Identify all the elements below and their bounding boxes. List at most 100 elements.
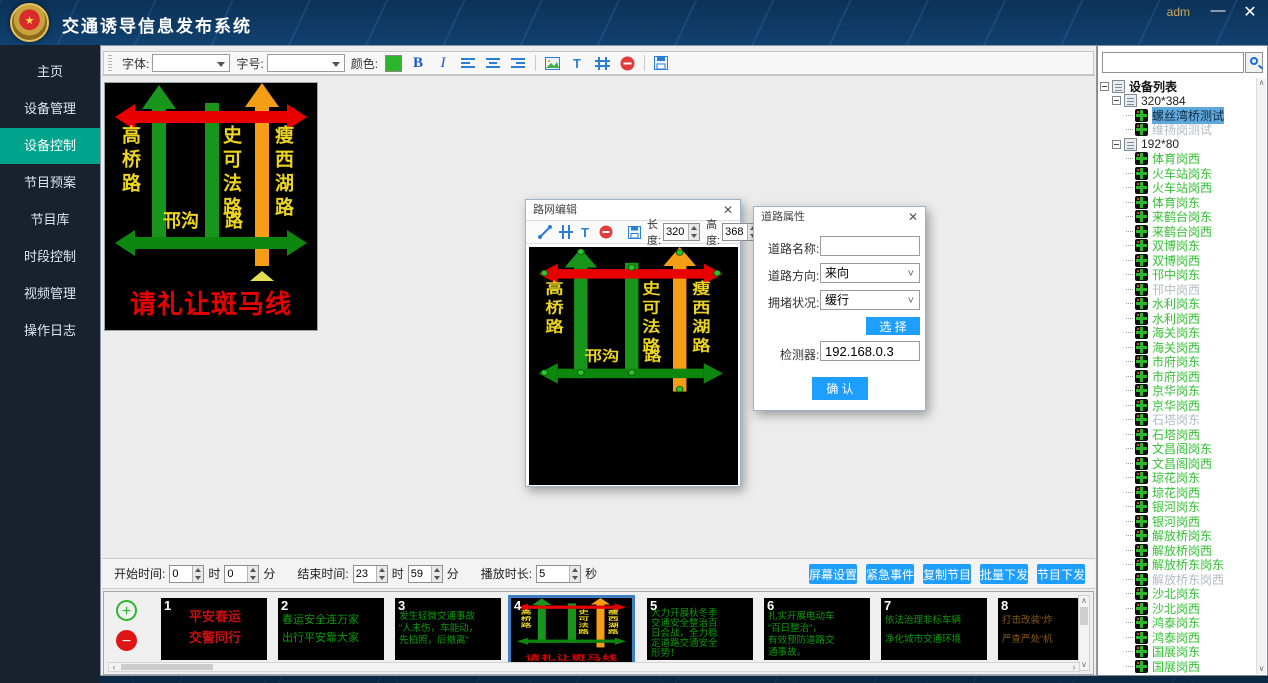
tree-row[interactable]: 设备列表	[1100, 79, 1255, 94]
scroll-right-icon[interactable]: ›	[1069, 663, 1079, 671]
program-thumbnail[interactable]: 5 大力开展秋冬季 交通安全整治百 日会战，全力稳 定道路交通安全 形势！	[647, 598, 753, 660]
strip-horizontal-scrollbar[interactable]: ‹›	[108, 662, 1080, 672]
text-tool-icon[interactable]: T	[580, 223, 592, 241]
congestion-select[interactable]: 缓行	[820, 290, 920, 310]
detector-input[interactable]	[820, 341, 920, 361]
align-right-icon[interactable]	[509, 54, 527, 72]
program-thumbnail[interactable]: 6 扎实开展电动车 “百日整治”， 有效预防道路交 通事故。	[764, 598, 870, 660]
align-center-icon[interactable]	[484, 54, 502, 72]
edit-handle[interactable]	[541, 369, 549, 375]
insert-text-icon[interactable]: T	[568, 54, 586, 72]
sidebar-item[interactable]: 视频管理	[0, 276, 100, 312]
middle-road-bar[interactable]	[625, 263, 638, 378]
sidebar-item[interactable]: 操作日志	[0, 313, 100, 349]
insert-image-icon[interactable]	[543, 54, 561, 72]
scroll-down-icon[interactable]: ∨	[1257, 664, 1266, 674]
scroll-left-icon[interactable]: ‹	[109, 663, 119, 671]
scroll-up-icon[interactable]: ∧	[1079, 596, 1089, 606]
sidebar-item[interactable]: 设备管理	[0, 91, 100, 127]
duration-input[interactable]	[537, 566, 569, 582]
delete-icon[interactable]	[618, 54, 636, 72]
spin-down-icon[interactable]	[377, 574, 387, 582]
start-hour-stepper[interactable]	[169, 565, 204, 583]
spin-up-icon[interactable]	[377, 566, 387, 574]
end-minute-input[interactable]	[409, 566, 431, 582]
end-hour-stepper[interactable]	[353, 565, 388, 583]
edit-handle[interactable]	[628, 264, 636, 270]
add-program-button[interactable]: +	[116, 600, 137, 621]
spin-up-icon[interactable]	[570, 566, 580, 574]
program-thumbnail[interactable]: 3 发生轻微交通事故 “人未伤，车能动， 先拍照，后撤离”	[395, 598, 501, 660]
action-button[interactable]: 复制节目	[923, 564, 971, 584]
edit-handle[interactable]	[676, 386, 684, 392]
spin-down-icon[interactable]	[248, 574, 258, 582]
road-tool-icon[interactable]	[559, 223, 573, 241]
collapse-icon[interactable]	[1112, 140, 1121, 149]
device-search-input[interactable]	[1102, 52, 1244, 73]
road-name-input[interactable]	[820, 236, 920, 256]
spin-down-icon[interactable]	[570, 574, 580, 582]
spin-up-icon[interactable]	[193, 566, 203, 574]
edit-handle[interactable]	[541, 270, 549, 276]
tree-row[interactable]: 维扬岗测试	[1100, 123, 1255, 138]
scroll-up-icon[interactable]: ∧	[1257, 78, 1266, 88]
editor-close-icon[interactable]: ✕	[723, 203, 733, 217]
end-minute-stepper[interactable]	[408, 565, 443, 583]
duration-stepper[interactable]	[536, 565, 581, 583]
delete-tool-icon[interactable]	[599, 223, 613, 241]
color-swatch[interactable]	[385, 55, 402, 72]
sidebar-item[interactable]: 时段控制	[0, 239, 100, 275]
program-thumbnail[interactable]: 8 打击改装“炸 严查严处“机	[998, 598, 1081, 660]
sidebar-item[interactable]: 主页	[0, 54, 100, 90]
end-hour-input[interactable]	[354, 566, 376, 582]
spin-down-icon[interactable]	[689, 232, 699, 240]
edit-handle[interactable]	[628, 369, 636, 375]
select-detector-button[interactable]: 选 择	[866, 317, 920, 335]
action-button[interactable]: 紧急事件	[866, 564, 914, 584]
road-network-icon[interactable]	[593, 54, 611, 72]
tree-scrollbar[interactable]: ∧∨	[1256, 78, 1266, 674]
bold-button[interactable]: B	[409, 54, 427, 72]
minimize-button[interactable]: —	[1208, 2, 1228, 19]
scrollbar-thumb[interactable]	[121, 664, 213, 670]
align-left-icon[interactable]	[459, 54, 477, 72]
sidebar-item[interactable]: 节目预案	[0, 165, 100, 201]
delete-program-button[interactable]: −	[116, 630, 137, 651]
save-tool-icon[interactable]	[628, 223, 641, 241]
strip-vertical-scrollbar[interactable]: ∧∨	[1078, 595, 1090, 671]
program-thumbnail[interactable]: 1 平安春运 交警同行	[161, 598, 267, 660]
sidebar-item[interactable]: 节目库	[0, 202, 100, 238]
action-button[interactable]: 批量下发	[980, 564, 1028, 584]
spin-down-icon[interactable]	[432, 574, 442, 582]
confirm-button[interactable]: 确 认	[812, 377, 868, 400]
length-input[interactable]	[664, 224, 688, 240]
road-direction-select[interactable]: 来向	[820, 263, 920, 283]
spin-up-icon[interactable]	[248, 566, 258, 574]
edit-handle[interactable]	[577, 249, 585, 255]
sidebar-item[interactable]: 设备控制	[0, 128, 100, 164]
line-tool-icon[interactable]	[538, 223, 552, 241]
spin-up-icon[interactable]	[689, 224, 699, 232]
scroll-down-icon[interactable]: ∨	[1079, 660, 1089, 670]
scrollbar-thumb[interactable]	[1080, 607, 1088, 625]
close-button[interactable]: ✕	[1240, 2, 1260, 22]
tree-row[interactable]: 国展岗西	[1100, 659, 1255, 673]
height-input[interactable]	[723, 224, 747, 240]
editor-canvas[interactable]: 高桥路 史可法路 瘦西湖路 邗沟 路 请礼让斑马线	[529, 247, 738, 485]
font-select[interactable]	[152, 54, 230, 72]
collapse-icon[interactable]	[1112, 96, 1121, 105]
edit-handle[interactable]	[713, 270, 721, 276]
edit-handle[interactable]	[676, 249, 684, 255]
props-close-icon[interactable]: ✕	[908, 210, 918, 224]
program-thumbnail[interactable]: 2 春运安全连万家 出行平安靠大家	[278, 598, 384, 660]
program-thumbnail-selected[interactable]: 4 高桥路 史可法路 瘦西湖路 请礼让斑马线	[508, 595, 635, 665]
length-stepper[interactable]	[663, 223, 700, 241]
save-icon[interactable]	[652, 54, 670, 72]
font-size-select[interactable]	[267, 54, 345, 72]
start-minute-input[interactable]	[225, 566, 247, 582]
start-minute-stepper[interactable]	[224, 565, 259, 583]
spin-down-icon[interactable]	[193, 574, 203, 582]
start-hour-input[interactable]	[170, 566, 192, 582]
edit-handle[interactable]	[577, 369, 585, 375]
search-button[interactable]	[1245, 52, 1263, 73]
